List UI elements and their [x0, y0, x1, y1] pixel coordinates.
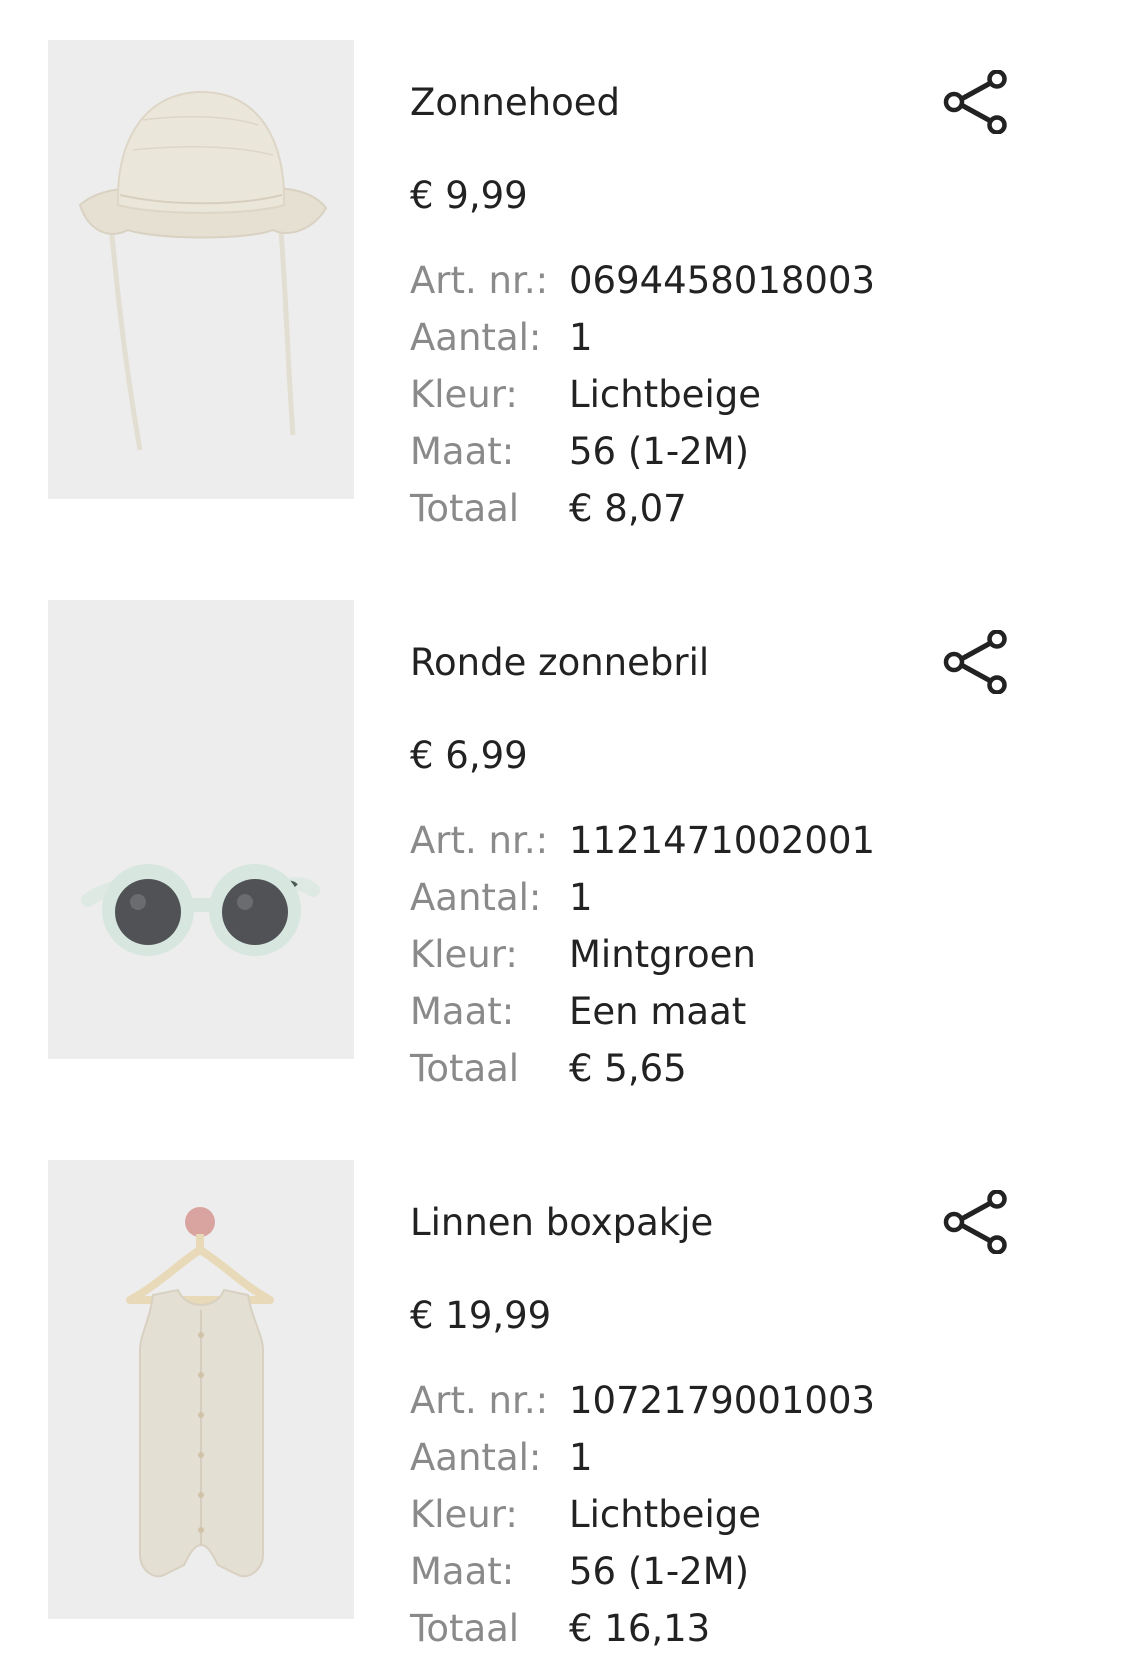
detail-row-quantity: Aantal: 1: [410, 1435, 1050, 1492]
detail-row-total: Totaal € 16,13: [410, 1606, 1050, 1663]
total-label: Totaal: [410, 1607, 520, 1650]
quantity-value: 1: [569, 876, 593, 919]
color-label: Kleur:: [410, 933, 518, 976]
size-label: Maat:: [410, 990, 515, 1033]
color-value: Mintgroen: [569, 933, 756, 976]
product-card-sunglasses: Ronde zonnebril € 6,99 Art. nr.: 1121471…: [0, 560, 1125, 1090]
product-image-sunglasses[interactable]: [48, 600, 354, 1059]
article-number-value: 1121471002001: [569, 819, 876, 862]
color-value: Lichtbeige: [569, 1493, 761, 1536]
detail-row-article-number: Art. nr.: 1072179001003: [410, 1378, 1050, 1435]
detail-row-total: Totaal € 8,07: [410, 486, 1050, 543]
detail-row-color: Kleur: Lichtbeige: [410, 1492, 1050, 1549]
share-button[interactable]: [942, 630, 1010, 694]
total-value: € 5,65: [569, 1047, 687, 1090]
size-value: Een maat: [569, 990, 747, 1033]
detail-row-size: Maat: 56 (1-2M): [410, 1549, 1050, 1606]
article-number-label: Art. nr.:: [410, 259, 549, 302]
size-value: 56 (1-2M): [569, 1550, 750, 1593]
article-number-label: Art. nr.:: [410, 819, 549, 862]
detail-row-quantity: Aantal: 1: [410, 315, 1050, 372]
product-card-romper: Linnen boxpakje € 19,99 Art. nr.: 107217…: [0, 1120, 1125, 1650]
product-image-romper[interactable]: [48, 1160, 354, 1619]
detail-row-size: Maat: 56 (1-2M): [410, 429, 1050, 486]
product-price: € 9,99: [410, 174, 528, 217]
share-icon: [943, 1190, 1007, 1254]
romper-illustration: [48, 1160, 354, 1619]
article-number-label: Art. nr.:: [410, 1379, 549, 1422]
color-label: Kleur:: [410, 373, 518, 416]
sunglasses-illustration: [48, 600, 354, 1059]
detail-row-size: Maat: Een maat: [410, 989, 1050, 1046]
product-image-sun-hat[interactable]: [48, 40, 354, 499]
total-label: Totaal: [410, 1047, 520, 1090]
share-button[interactable]: [942, 70, 1010, 134]
share-button[interactable]: [942, 1190, 1010, 1254]
product-name[interactable]: Zonnehoed: [410, 80, 620, 126]
size-label: Maat:: [410, 1550, 515, 1593]
quantity-label: Aantal:: [410, 1436, 542, 1479]
total-value: € 16,13: [569, 1607, 711, 1650]
article-number-value: 0694458018003: [569, 259, 876, 302]
product-details: Art. nr.: 0694458018003 Aantal: 1 Kleur:…: [410, 258, 1050, 543]
product-details: Art. nr.: 1121471002001 Aantal: 1 Kleur:…: [410, 818, 1050, 1103]
detail-row-article-number: Art. nr.: 0694458018003: [410, 258, 1050, 315]
product-card-sun-hat: Zonnehoed € 9,99 Art. nr.: 0694458018003…: [0, 0, 1125, 530]
share-icon: [943, 630, 1007, 694]
share-icon: [943, 70, 1007, 134]
order-item-list: Zonnehoed € 9,99 Art. nr.: 0694458018003…: [0, 0, 1125, 1677]
quantity-label: Aantal:: [410, 876, 542, 919]
quantity-value: 1: [569, 1436, 593, 1479]
total-value: € 8,07: [569, 487, 687, 530]
quantity-value: 1: [569, 316, 593, 359]
article-number-value: 1072179001003: [569, 1379, 876, 1422]
detail-row-total: Totaal € 5,65: [410, 1046, 1050, 1103]
detail-row-color: Kleur: Lichtbeige: [410, 372, 1050, 429]
total-label: Totaal: [410, 487, 520, 530]
product-price: € 6,99: [410, 734, 528, 777]
size-value: 56 (1-2M): [569, 430, 750, 473]
product-name[interactable]: Linnen boxpakje: [410, 1200, 713, 1246]
color-value: Lichtbeige: [569, 373, 761, 416]
detail-row-article-number: Art. nr.: 1121471002001: [410, 818, 1050, 875]
product-name[interactable]: Ronde zonnebril: [410, 640, 709, 686]
quantity-label: Aantal:: [410, 316, 542, 359]
detail-row-quantity: Aantal: 1: [410, 875, 1050, 932]
size-label: Maat:: [410, 430, 515, 473]
color-label: Kleur:: [410, 1493, 518, 1536]
detail-row-color: Kleur: Mintgroen: [410, 932, 1050, 989]
sun-hat-illustration: [48, 40, 354, 499]
product-details: Art. nr.: 1072179001003 Aantal: 1 Kleur:…: [410, 1378, 1050, 1663]
product-price: € 19,99: [410, 1294, 552, 1337]
